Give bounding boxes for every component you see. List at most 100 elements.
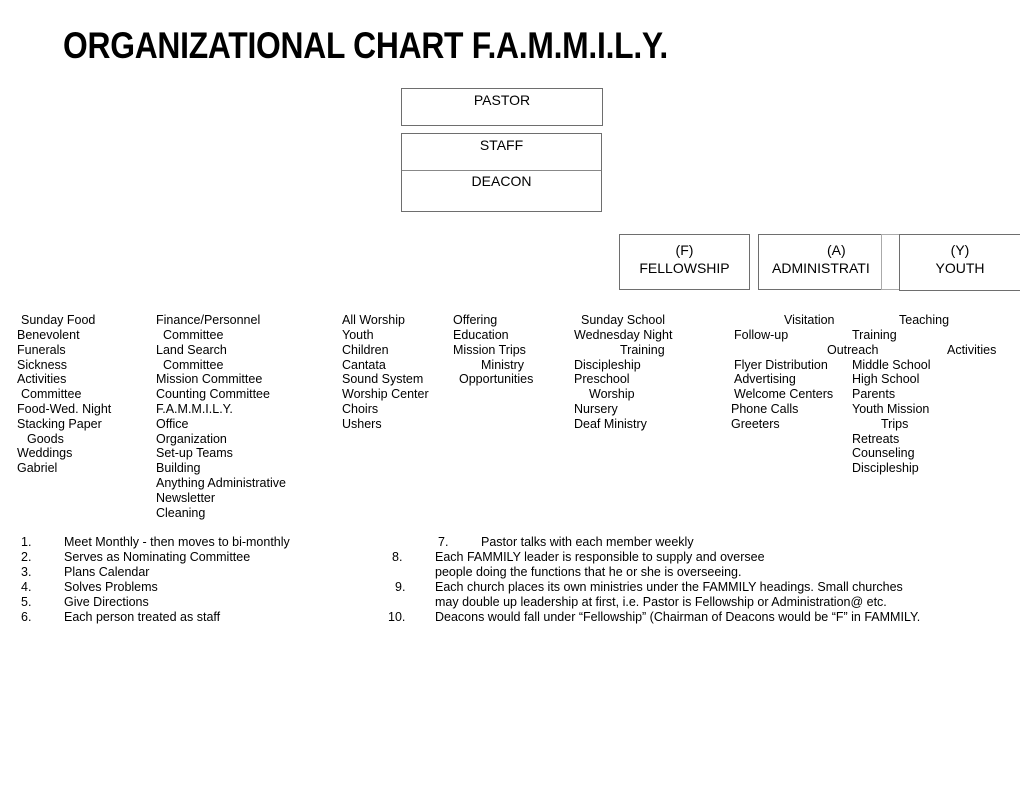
list-item: Deaf Ministry xyxy=(574,417,647,431)
list-item: Nursery xyxy=(574,402,618,416)
heading-letter: (Y) xyxy=(950,242,970,258)
list-item: Mission Committee xyxy=(156,372,263,386)
note-text: Meet Monthly - then moves to bi-monthly xyxy=(64,535,290,549)
heading-label: YOUTH xyxy=(935,260,985,276)
list-item: Land Search xyxy=(156,343,227,357)
heading-fellowship: (F) FELLOWSHIP xyxy=(619,234,750,290)
list-item: Sickness xyxy=(17,358,68,372)
list-item: Retreats xyxy=(852,432,900,446)
list-item: Committee xyxy=(163,358,224,372)
heading-label: FELLOWSHIP xyxy=(639,260,730,276)
list-item: Trips xyxy=(881,417,909,431)
note-number: 2. xyxy=(21,550,32,564)
deacon-label: DEACON xyxy=(471,173,532,189)
note-text: Pastor talks with each member weekly xyxy=(481,535,694,549)
list-item: Middle School xyxy=(852,358,931,372)
heading-label: ADMINISTRATI xyxy=(772,260,870,276)
note-number: 7. xyxy=(438,535,449,549)
heading-blank xyxy=(881,234,901,290)
list-item: Phone Calls xyxy=(731,402,799,416)
list-item: Goods xyxy=(27,432,64,446)
note-text: Each person treated as staff xyxy=(64,610,221,624)
staff-label: STAFF xyxy=(479,137,524,153)
pastor-box: PASTOR xyxy=(401,88,603,126)
list-header-activities: Activities xyxy=(947,343,997,357)
list-item: Worship xyxy=(589,387,635,401)
list-item: All Worship xyxy=(342,313,405,327)
list-item: Counseling xyxy=(852,446,915,460)
list-item: Opportunities xyxy=(459,372,534,386)
list-item: Gabriel xyxy=(17,461,58,475)
page-title: ORGANIZATIONAL CHART F.A.M.M.I.L.Y. xyxy=(63,25,668,66)
list-item: Preschool xyxy=(574,372,630,386)
list-header-teaching: Teaching xyxy=(899,313,950,327)
list-item: Counting Committee xyxy=(156,387,270,401)
deacon-box: DEACON xyxy=(401,171,602,212)
list-item: Activities xyxy=(17,372,67,386)
list-item: Ministry xyxy=(481,358,525,372)
list-item: Parents xyxy=(852,387,896,401)
list-item: Food-Wed. Night xyxy=(17,402,112,416)
list-item: Youth Mission xyxy=(852,402,930,416)
list-item: Organization xyxy=(156,432,227,446)
heading-youth: (Y) YOUTH xyxy=(899,234,1020,291)
list-item: F.A.M.M.I.L.Y. xyxy=(156,402,233,416)
note-number: 4. xyxy=(21,580,32,594)
list-item: Discipleship xyxy=(574,358,641,372)
note-text: Give Directions xyxy=(64,595,149,609)
list-item: Flyer Distribution xyxy=(734,358,828,372)
note-number: 10. xyxy=(388,610,406,624)
list-item: Sunday School xyxy=(581,313,666,327)
list-item: Youth xyxy=(342,328,374,342)
list-item: Building xyxy=(156,461,201,475)
heading-letter: (F) xyxy=(675,242,694,258)
list-item: Finance/Personnel xyxy=(156,313,261,327)
note-text: Each FAMMILY leader is responsible to su… xyxy=(435,550,765,564)
note-number: 3. xyxy=(21,565,32,579)
list-item: Funerals xyxy=(17,343,66,357)
note-number: 6. xyxy=(21,610,32,624)
list-item: Stacking Paper xyxy=(17,417,102,431)
list-header-training: Training xyxy=(852,328,897,342)
note-text: Each church places its own ministries un… xyxy=(435,580,903,594)
note-number: 5. xyxy=(21,595,32,609)
list-item: Sound System xyxy=(342,372,424,386)
heading-letter: (A) xyxy=(827,242,846,258)
list-item: Anything Administrative xyxy=(156,476,286,490)
heading-administration: (A) ADMINISTRATI xyxy=(758,234,882,290)
list-item: Committee xyxy=(163,328,224,342)
staff-box: STAFF xyxy=(401,133,602,172)
note-text: people doing the functions that he or sh… xyxy=(435,565,742,579)
note-text: Solves Problems xyxy=(64,580,158,594)
list-item: Discipleship xyxy=(852,461,919,475)
list-item: Welcome Centers xyxy=(734,387,834,401)
list-item: Newsletter xyxy=(156,491,216,505)
list-item: Advertising xyxy=(734,372,796,386)
list-item: Worship Center xyxy=(342,387,429,401)
list-item: Ushers xyxy=(342,417,382,431)
list-item: Offering xyxy=(453,313,498,327)
list-item: Committee xyxy=(21,387,82,401)
note-number: 8. xyxy=(392,550,403,564)
list-item: Set-up Teams xyxy=(156,446,233,460)
note-text: may double up leadership at first, i.e. … xyxy=(435,595,887,609)
note-text: Plans Calendar xyxy=(64,565,150,579)
list-item: Cleaning xyxy=(156,506,206,520)
note-number: 1. xyxy=(21,535,32,549)
list-header-visitation: Visitation xyxy=(784,313,835,327)
list-item: Education xyxy=(453,328,509,342)
list-item: Children xyxy=(342,343,389,357)
list-item: Wednesday Night xyxy=(574,328,673,342)
note-text: Deacons would fall under “Fellowship” (C… xyxy=(435,610,921,624)
pastor-label: PASTOR xyxy=(473,92,531,108)
list-item: Mission Trips xyxy=(453,343,526,357)
list-item: Cantata xyxy=(342,358,386,372)
list-item: Training xyxy=(620,343,665,357)
list-item: Weddings xyxy=(17,446,73,460)
list-item: Sunday Food xyxy=(21,313,96,327)
list-item: Follow-up xyxy=(734,328,789,342)
list-item: Benevolent xyxy=(17,328,80,342)
list-header-outreach: Outreach xyxy=(827,343,879,357)
list-item: Greeters xyxy=(731,417,780,431)
note-text: Serves as Nominating Committee xyxy=(64,550,251,564)
